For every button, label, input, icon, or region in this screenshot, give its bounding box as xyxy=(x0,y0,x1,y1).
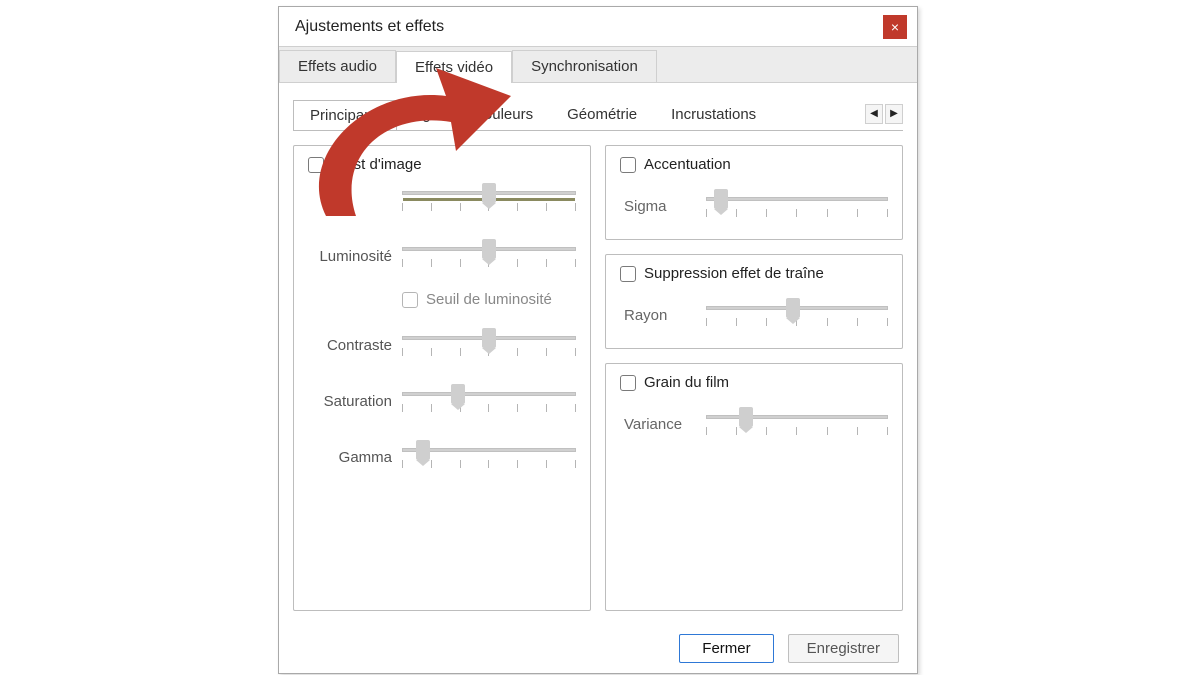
slider-hue[interactable] xyxy=(402,185,576,215)
panel-traine: Suppression effet de traîne Rayon xyxy=(605,254,903,349)
slider-label-contraste: Contraste xyxy=(308,337,392,354)
slider-label-rayon: Rayon xyxy=(624,307,696,324)
tab-audio-effects[interactable]: Effets audio xyxy=(279,50,396,82)
close-icon: × xyxy=(891,20,899,34)
titlebar: Ajustements et effets × xyxy=(279,7,917,47)
slider-row-rayon: Rayon xyxy=(620,300,888,330)
panel-grain-title: Grain du film xyxy=(644,374,729,391)
tab-synchronisation[interactable]: Synchronisation xyxy=(512,50,657,82)
label-seuil-luminosite: Seuil de luminosité xyxy=(426,291,552,308)
panel-image-adjust-title: Ajust d'image xyxy=(332,156,422,173)
tab-content: Principaux age Couleurs Géométrie Incrus… xyxy=(279,83,917,623)
slider-contraste[interactable] xyxy=(402,330,576,360)
panel-grain: Grain du film Variance xyxy=(605,363,903,611)
close-button[interactable]: Fermer xyxy=(679,634,773,663)
slider-row-luminosite: Luminosité xyxy=(308,241,576,271)
slider-row-gamma: Gamma xyxy=(308,442,576,472)
panel-traine-title: Suppression effet de traîne xyxy=(644,265,824,282)
subtabs-scroll-right[interactable]: ▶ xyxy=(885,104,903,124)
subtab-incrustations[interactable]: Incrustations xyxy=(654,99,773,129)
slider-rayon[interactable] xyxy=(706,300,888,330)
slider-label-sigma: Sigma xyxy=(624,198,696,215)
panel-accentuation: Accentuation Sigma xyxy=(605,145,903,240)
dialog-footer: Fermer Enregistrer xyxy=(279,623,917,673)
adjustments-dialog: Ajustements et effets × Effets audio Eff… xyxy=(278,6,918,674)
checkbox-image-adjust[interactable] xyxy=(308,157,324,173)
slider-label-luminosite: Luminosité xyxy=(308,248,392,265)
slider-variance[interactable] xyxy=(706,409,888,439)
slider-row-saturation: Saturation xyxy=(308,386,576,416)
subtabs-scroll-left[interactable]: ◀ xyxy=(865,104,883,124)
slider-saturation[interactable] xyxy=(402,386,576,416)
checkbox-accentuation[interactable] xyxy=(620,157,636,173)
window-title: Ajustements et effets xyxy=(295,18,444,36)
checkbox-traine[interactable] xyxy=(620,266,636,282)
slider-gamma[interactable] xyxy=(402,442,576,472)
slider-label-variance: Variance xyxy=(624,416,696,433)
slider-label-saturation: Saturation xyxy=(308,393,392,410)
tab-video-effects[interactable]: Effets vidéo xyxy=(396,51,512,83)
subtab-geometrie[interactable]: Géométrie xyxy=(550,99,654,129)
sub-tabs: Principaux age Couleurs Géométrie Incrus… xyxy=(293,97,903,131)
panel-image-adjust: Ajust d'image xyxy=(293,145,591,611)
checkbox-seuil-luminosite[interactable] xyxy=(402,292,418,308)
slider-row-variance: Variance xyxy=(620,409,888,439)
slider-row-hue xyxy=(308,185,576,215)
slider-sigma[interactable] xyxy=(706,191,888,221)
checkbox-grain[interactable] xyxy=(620,375,636,391)
save-button[interactable]: Enregistrer xyxy=(788,634,899,663)
main-tabs: Effets audio Effets vidéo Synchronisatio… xyxy=(279,47,917,83)
slider-luminosite[interactable] xyxy=(402,241,576,271)
panel-accentuation-title: Accentuation xyxy=(644,156,731,173)
subtab-rognage[interactable]: age xyxy=(397,99,456,129)
window-close-button[interactable]: × xyxy=(883,15,907,39)
slider-label-gamma: Gamma xyxy=(308,449,392,466)
slider-row-sigma: Sigma xyxy=(620,191,888,221)
subtab-principaux[interactable]: Principaux xyxy=(293,100,397,130)
slider-row-contraste: Contraste xyxy=(308,330,576,360)
subtab-couleurs[interactable]: Couleurs xyxy=(456,99,550,129)
